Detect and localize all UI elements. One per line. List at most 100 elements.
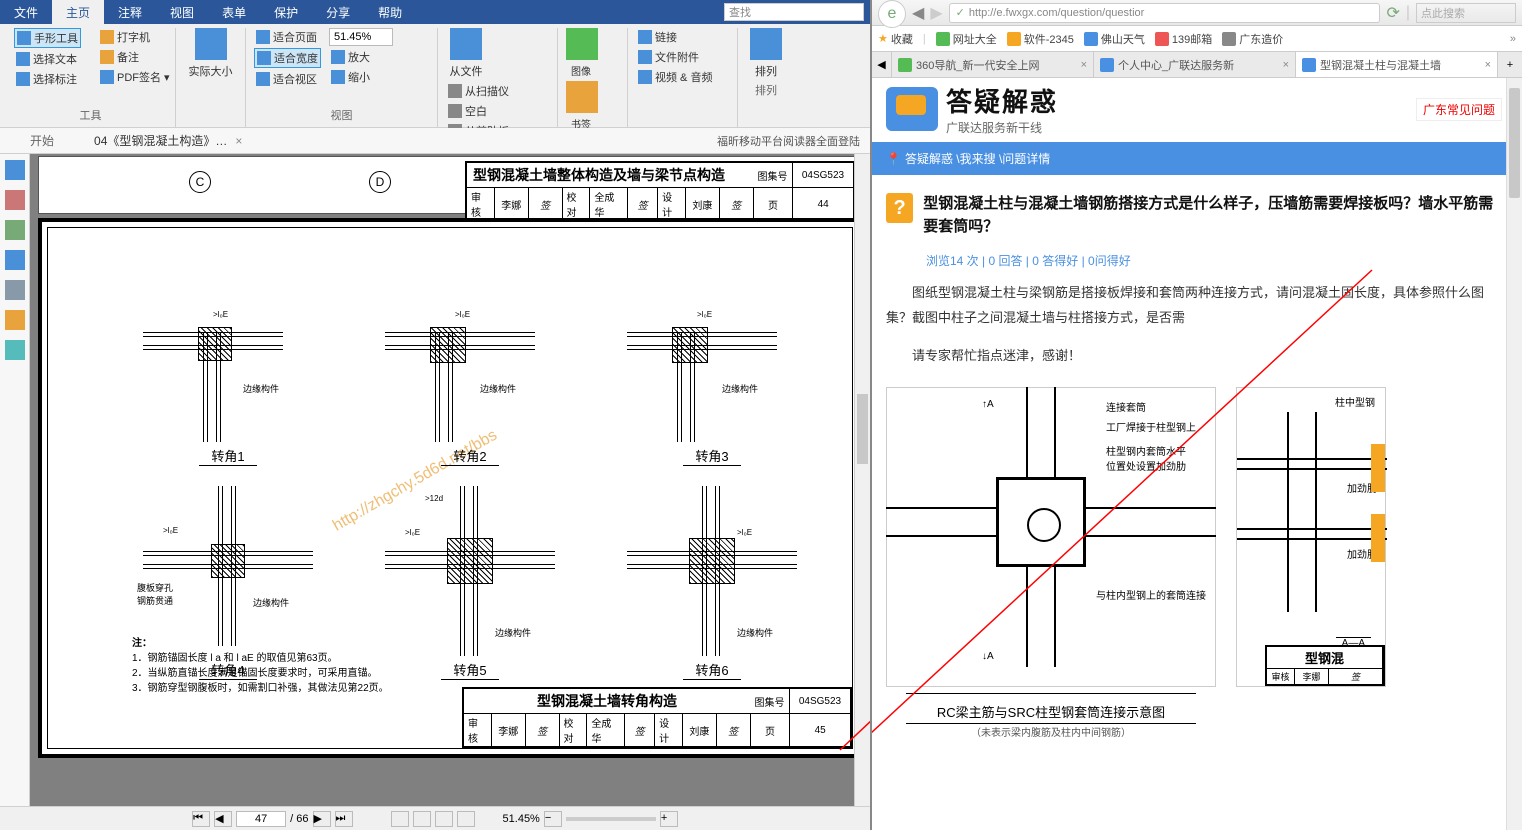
titleblock-top: 型钢混凝土墙整体构造及墙与梁节点构造图集号04SG523 审核李娜签 校对全成华… (465, 161, 855, 222)
browser-tab-1[interactable]: 360导航_新一代安全上网× (892, 52, 1094, 77)
faq-link[interactable]: 广东常见问题 (1416, 98, 1502, 121)
tab-form[interactable]: 表单 (208, 0, 260, 24)
pdf-status-bar: ⏮ ◀ / 66 ▶ ⏭ 51.45% − + (0, 806, 870, 830)
bookmark-1[interactable]: 网址大全 (936, 31, 997, 47)
refresh-button[interactable]: ⟳ (1386, 3, 1399, 23)
browser-app: e ◀ ▶ ✓http://e.fwxgx.com/question/quest… (870, 0, 1522, 830)
security-panel-icon[interactable] (5, 310, 25, 330)
attach-button[interactable]: 文件附件 (636, 48, 714, 66)
bookmark-5[interactable]: 广东造价 (1222, 31, 1283, 47)
tab-help[interactable]: 帮助 (364, 0, 416, 24)
next-page-button[interactable]: ▶ (313, 811, 331, 827)
zoom-out-status[interactable]: − (544, 811, 562, 827)
tab-scroll-left[interactable]: ◀ (872, 52, 892, 77)
select-text-button[interactable]: 选择文本 (14, 50, 81, 68)
doc-tab-start[interactable]: 开始 (10, 132, 74, 149)
hand-tool-button[interactable]: 手形工具 (14, 28, 81, 48)
fit-view-button[interactable]: 适合视区 (254, 70, 321, 88)
breadcrumb: 📍 答疑解惑 \我来搜 \问题详情 (872, 142, 1522, 175)
ribbon-tab-bar: 文件 主页 注释 视图 表单 保护 分享 帮助 查找 (0, 0, 870, 24)
first-page-button[interactable]: ⏮ (192, 811, 210, 827)
ribbon-search-input[interactable]: 查找 (724, 3, 864, 21)
image-icon[interactable] (566, 28, 598, 60)
arrange-icon[interactable] (750, 28, 782, 60)
select-annotation-button[interactable]: 选择标注 (14, 70, 81, 88)
typewriter-button[interactable]: 打字机 (98, 28, 172, 46)
tab-view[interactable]: 视图 (156, 0, 208, 24)
view-mode-1[interactable] (391, 811, 409, 827)
from-file-button[interactable]: 从文件 (446, 62, 486, 80)
actual-size-button[interactable]: 实际大小 (184, 62, 237, 80)
browser-search-input[interactable]: 点此搜索 (1416, 3, 1516, 23)
new-tab-button[interactable]: + (1498, 52, 1522, 77)
group-label-tools: 工具 (14, 105, 167, 127)
browser-logo-icon[interactable]: e (878, 0, 906, 28)
blank-button[interactable]: 空白 (446, 102, 511, 120)
tab-comment[interactable]: 注释 (104, 0, 156, 24)
prev-page-button[interactable]: ◀ (214, 811, 232, 827)
pdf-scrollbar[interactable] (854, 154, 870, 806)
layers-panel-icon[interactable] (5, 220, 25, 240)
pdf-sign-button[interactable]: PDF签名 ▾ (98, 68, 172, 86)
tab-home[interactable]: 主页 (52, 0, 104, 24)
tab-share[interactable]: 分享 (312, 0, 364, 24)
comments-panel-icon[interactable] (5, 250, 25, 270)
image-button[interactable]: 图像 (566, 62, 596, 79)
back-button[interactable]: ◀ (912, 3, 924, 23)
media-button[interactable]: 视频 & 音频 (636, 68, 714, 86)
page-number-input[interactable] (236, 811, 286, 827)
browser-tab-3[interactable]: 型钢混凝土柱与混凝土墙× (1296, 52, 1498, 77)
fit-page-button[interactable]: 适合页面 (254, 28, 321, 46)
caption-2: 转角2 (441, 446, 498, 466)
side-tools (0, 154, 30, 806)
bookmark-more[interactable]: » (1510, 33, 1516, 45)
view-mode-2[interactable] (413, 811, 431, 827)
doc-tab-current[interactable]: 04《型钢混凝土构造》…× (74, 132, 262, 149)
titleblock-bottom: 型钢混凝土墙转角构造图集号04SG523 审核李娜签 校对全成华签 设计刘康签 … (462, 687, 852, 748)
bookmark-4[interactable]: 139邮箱 (1155, 31, 1212, 47)
zoom-in-button[interactable]: 放大 (329, 48, 393, 66)
browser-tab-2[interactable]: 个人中心_广联达服务新× (1094, 52, 1296, 77)
arrange-button[interactable]: 排列 (746, 62, 786, 80)
figure-subcaption: （未表示梁内腹筋及柱内中间钢筋） (886, 724, 1216, 739)
zoom-slider[interactable] (566, 817, 656, 821)
sign-panel-icon[interactable] (5, 340, 25, 360)
orange-tab-1 (1371, 444, 1385, 492)
tab-protect[interactable]: 保护 (260, 0, 312, 24)
location-icon: 📍 (886, 152, 901, 166)
address-bar[interactable]: ✓http://e.fwxgx.com/question/questior (949, 3, 1381, 23)
close-icon[interactable]: × (235, 134, 242, 148)
bookmark-3[interactable]: 佛山天气 (1084, 31, 1145, 47)
view-mode-3[interactable] (435, 811, 453, 827)
attach-panel-icon[interactable] (5, 280, 25, 300)
breadcrumb-text[interactable]: 答疑解惑 \我来搜 \问题详情 (905, 150, 1050, 167)
tab-file[interactable]: 文件 (0, 0, 52, 24)
note-button[interactable]: 备注 (98, 48, 172, 66)
detail-6: >l₀E 边缘构件 转角6 (606, 486, 818, 680)
forward-button[interactable]: ▶ (930, 3, 942, 23)
zoom-out-button[interactable]: 缩小 (329, 68, 393, 86)
bookmark-icon[interactable] (566, 81, 598, 113)
bookmark-panel-icon[interactable] (5, 160, 25, 180)
fit-width-button[interactable]: 适合宽度 (254, 48, 321, 68)
from-file-icon[interactable] (450, 28, 482, 60)
browser-scrollbar[interactable] (1506, 78, 1522, 830)
bookmark-2[interactable]: 软件-2345 (1007, 31, 1074, 47)
last-page-button[interactable]: ⏭ (335, 811, 353, 827)
site-subtitle: 广联达服务新干线 (946, 119, 1058, 136)
doc-banner: 福昕移动平台阅读器全面登陆 (717, 133, 860, 149)
close-icon[interactable]: × (1081, 59, 1087, 71)
zoom-in-status[interactable]: + (660, 811, 678, 827)
close-icon[interactable]: × (1485, 59, 1491, 71)
snapshot-icon[interactable] (195, 28, 227, 60)
close-icon[interactable]: × (1283, 59, 1289, 71)
from-scanner-button[interactable]: 从扫描仪 (446, 82, 511, 100)
link-button[interactable]: 链接 (636, 28, 714, 46)
bookmark-fav[interactable]: ★收藏 (878, 31, 913, 47)
zoom-input[interactable] (329, 28, 393, 46)
view-mode-4[interactable] (457, 811, 475, 827)
question-title: 型钢混凝土柱与混凝土墙钢筋搭接方式是什么样子，压墙筋需要焊接板吗？墙水平筋需要套… (923, 193, 1508, 238)
pages-panel-icon[interactable] (5, 190, 25, 210)
page-area[interactable]: C D 型钢混凝土墙整体构造及墙与梁节点构造图集号04SG523 审核李娜签 校… (30, 154, 870, 806)
figure-titleblock: 型钢混 审核李娜签 (1265, 645, 1385, 686)
